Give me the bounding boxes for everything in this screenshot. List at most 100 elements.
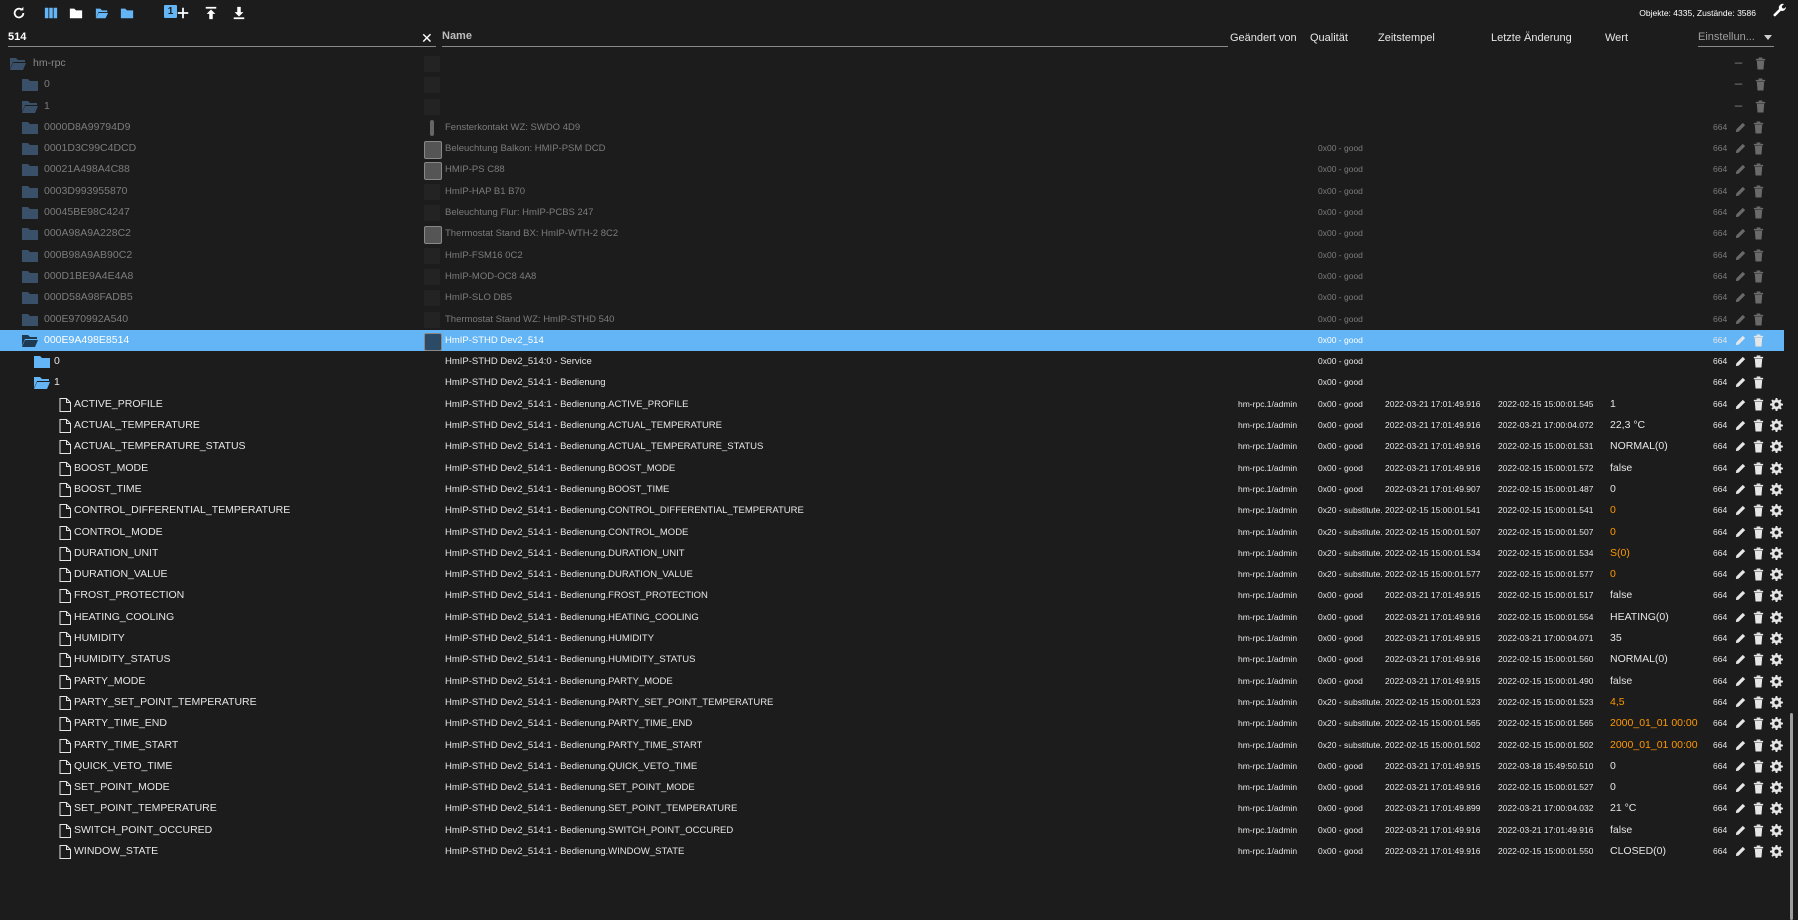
object-name[interactable]: HmIP-STHD Dev2_514:1 - Bedienung.PARTY_S… (445, 692, 773, 713)
tree-row[interactable]: 000D58A98FADB5 HmIP-SLO DB5 0x00 - good 664 (0, 287, 1784, 308)
pencil-icon[interactable] (1734, 440, 1747, 453)
file-icon[interactable] (59, 717, 75, 732)
trash-icon[interactable] (1752, 525, 1765, 539)
folder-icon[interactable] (22, 206, 38, 220)
trash-icon[interactable] (1752, 845, 1765, 858)
state-row[interactable]: SET_POINT_TEMPERATURE HmIP-STHD Dev2_514:… (0, 798, 1784, 819)
state-value[interactable]: 2000_01_01 00:00 (1610, 735, 1698, 756)
minus-icon[interactable] (1732, 78, 1745, 91)
file-icon[interactable] (59, 482, 75, 497)
add-icon[interactable] (173, 3, 193, 23)
pencil-icon[interactable] (1734, 355, 1747, 368)
object-name[interactable]: HmIP-STHD Dev2_514:1 - Bedienung.QUICK_V… (445, 756, 697, 777)
file-icon[interactable] (59, 781, 75, 796)
tree-row[interactable]: 0000D8A99794D9 Fensterkontakt WZ: SWDO 4D… (0, 117, 1784, 138)
column-changed-by[interactable]: Geändert von (1230, 32, 1297, 44)
file-icon[interactable] (59, 546, 75, 561)
pencil-icon[interactable] (1734, 376, 1747, 389)
file-icon[interactable] (59, 674, 75, 689)
clear-filter-icon[interactable]: ✕ (421, 31, 435, 46)
column-quality[interactable]: Qualität (1310, 32, 1348, 44)
trash-icon[interactable] (1752, 675, 1765, 688)
pencil-icon[interactable] (1734, 802, 1747, 815)
state-value[interactable]: false (1610, 458, 1632, 479)
gear-icon[interactable] (1770, 674, 1783, 688)
scrollbar-thumb[interactable] (1790, 713, 1793, 920)
file-icon[interactable] (59, 844, 75, 859)
state-row[interactable]: PARTY_TIME_END HmIP-STHD Dev2_514:1 - Bed… (0, 713, 1784, 734)
tree-row[interactable]: 000E9A498E8514 HmIP-STHD Dev2_514 0x00 - g… (0, 329, 1784, 352)
tree-row[interactable]: 000D1BE9A4E4A8 HmIP-MOD-OC8 4A8 0x00 - goo… (0, 266, 1784, 287)
folder-icon[interactable] (22, 185, 38, 199)
gear-icon[interactable] (1770, 823, 1783, 837)
object-name[interactable]: HmIP-STHD Dev2_514:1 - Bedienung.DURATIO… (445, 543, 685, 564)
trash-icon[interactable] (1752, 632, 1765, 645)
file-icon[interactable] (59, 632, 75, 647)
trash-icon[interactable] (1752, 696, 1765, 709)
minus-icon[interactable] (1732, 100, 1745, 113)
state-value[interactable]: false (1610, 585, 1632, 606)
object-name[interactable]: HmIP-STHD Dev2_514:1 - Bedienung.SET_POI… (445, 798, 737, 819)
file-icon[interactable] (59, 802, 75, 817)
trash-icon[interactable] (1752, 355, 1765, 368)
state-row[interactable]: HUMIDITY_STATUS HmIP-STHD Dev2_514:1 - Be… (0, 649, 1784, 670)
gear-icon[interactable] (1770, 568, 1783, 582)
gear-icon[interactable] (1770, 802, 1783, 816)
upload-icon[interactable] (201, 3, 221, 23)
object-name[interactable]: HmIP-STHD Dev2_514:0 - Service (445, 351, 592, 372)
tree-row[interactable]: 000E970992A540 Thermostat Stand WZ: HmIP-… (0, 309, 1784, 330)
pencil-icon[interactable] (1734, 739, 1747, 752)
trash-icon[interactable] (1752, 653, 1765, 666)
tree-row[interactable]: 0003D993955870 HmIP-HAP B1 B70 0x00 - good… (0, 181, 1784, 202)
folder-icon[interactable] (22, 270, 38, 284)
trash-icon[interactable] (1752, 611, 1765, 624)
object-name[interactable]: HmIP-STHD Dev2_514:1 - Bedienung (445, 372, 606, 393)
pencil-icon[interactable] (1734, 121, 1747, 134)
object-name[interactable]: Thermostat Stand BX: HmIP-WTH-2 8C2 (445, 223, 618, 244)
folder-icon[interactable] (22, 142, 38, 156)
file-icon[interactable] (59, 653, 75, 668)
folder-icon[interactable] (34, 355, 50, 369)
state-value[interactable]: 22,3 °C (1610, 415, 1645, 436)
object-name[interactable]: HmIP-SLO DB5 (445, 287, 512, 308)
pencil-icon[interactable] (1734, 845, 1747, 858)
state-row[interactable]: ACTUAL_TEMPERATURE HmIP-STHD Dev2_514:1 -… (0, 415, 1784, 436)
pencil-icon[interactable] (1734, 163, 1747, 176)
trash-icon[interactable] (1752, 504, 1765, 517)
tree-row[interactable]: 00021A498A4C88 HMIP-PS C88 0x00 - good 664 (0, 159, 1784, 181)
gear-icon[interactable] (1770, 397, 1783, 411)
state-row[interactable]: CONTROL_MODE HmIP-STHD Dev2_514:1 - Bedie… (0, 522, 1784, 543)
tree-row[interactable]: 000A98A9A228C2 Thermostat Stand BX: HmIP-… (0, 223, 1784, 245)
object-name[interactable]: HmIP-STHD Dev2_514:1 - Bedienung.HUMIDIT… (445, 628, 654, 649)
state-row[interactable]: QUICK_VETO_TIME HmIP-STHD Dev2_514:1 - Be… (0, 756, 1784, 777)
object-name[interactable]: HmIP-STHD Dev2_514:1 - Bedienung.ACTUAL_… (445, 436, 763, 457)
state-row[interactable]: FROST_PROTECTION HmIP-STHD Dev2_514:1 - B… (0, 585, 1784, 606)
gear-icon[interactable] (1770, 738, 1783, 752)
state-row[interactable]: HUMIDITY HmIP-STHD Dev2_514:1 - Bedienung… (0, 628, 1784, 649)
trash-icon[interactable] (1752, 376, 1765, 389)
column-timestamp[interactable]: Zeitstempel (1378, 32, 1435, 44)
file-icon[interactable] (59, 525, 75, 540)
pencil-icon[interactable] (1734, 483, 1747, 496)
tree-row[interactable]: 0001D3C99C4DCD Beleuchtung Balkon: HMIP-P… (0, 138, 1784, 160)
pencil-icon[interactable] (1734, 185, 1747, 198)
refresh-icon[interactable] (9, 3, 29, 23)
pencil-icon[interactable] (1734, 206, 1747, 219)
state-row[interactable]: PARTY_TIME_START HmIP-STHD Dev2_514:1 - B… (0, 735, 1784, 756)
folder-icon[interactable] (22, 227, 38, 241)
state-value[interactable]: 0 (1610, 522, 1616, 543)
pencil-icon[interactable] (1734, 227, 1747, 240)
object-name[interactable]: HmIP-STHD Dev2_514:1 - Bedienung.PARTY_T… (445, 713, 692, 734)
file-icon[interactable] (59, 397, 75, 412)
state-value[interactable]: false (1610, 820, 1632, 841)
trash-icon[interactable] (1752, 121, 1765, 134)
gear-icon[interactable] (1770, 419, 1783, 433)
state-value[interactable]: 0 (1610, 777, 1616, 798)
folder-closed-icon[interactable] (117, 3, 137, 23)
object-name[interactable]: HmIP-STHD Dev2_514:1 - Bedienung.ACTUAL_… (445, 415, 722, 436)
file-icon[interactable] (59, 695, 75, 710)
trash-icon[interactable] (1752, 313, 1765, 326)
state-row[interactable]: SWITCH_POINT_OCCURED HmIP-STHD Dev2_514:1… (0, 820, 1784, 841)
state-row[interactable]: CONTROL_DIFFERENTIAL_TEMPERATURE HmIP-STH… (0, 500, 1784, 521)
trash-icon[interactable] (1752, 589, 1765, 602)
